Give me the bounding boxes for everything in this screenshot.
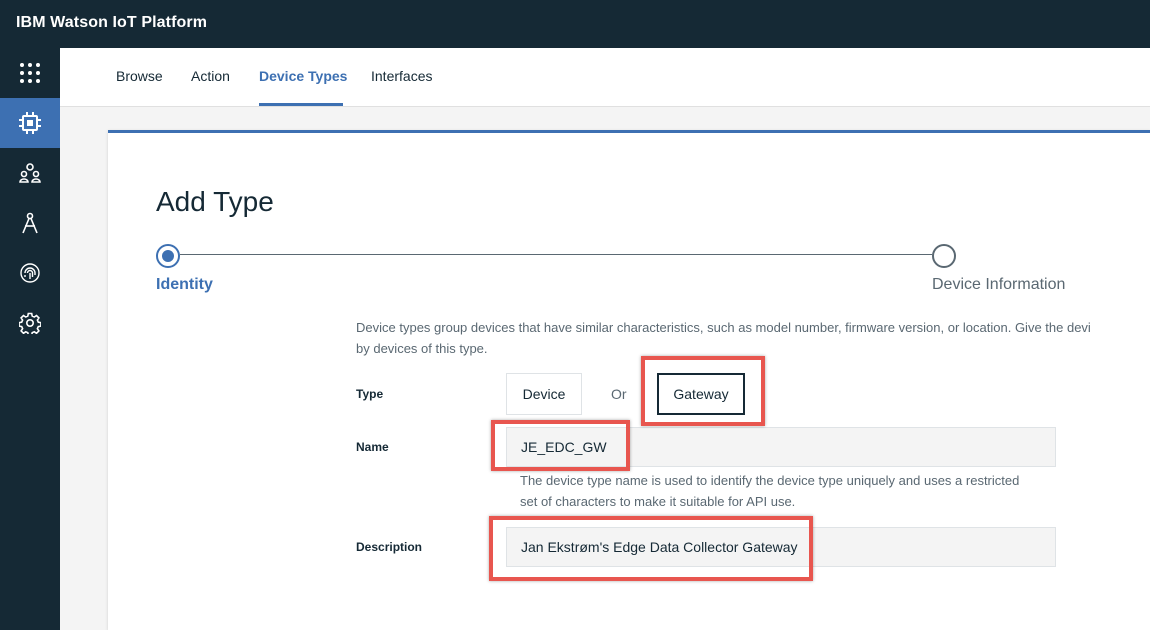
apps-nav-button[interactable] (0, 198, 60, 248)
app-title: IBM Watson IoT Platform (16, 14, 208, 31)
top-bar: IBM Watson IoT Platform (0, 0, 1150, 48)
tab-interfaces[interactable]: Interfaces (371, 68, 432, 84)
description-input[interactable] (506, 527, 1056, 567)
members-nav-button[interactable] (0, 148, 60, 198)
form-description-line-1: Device types group devices that have sim… (356, 320, 1091, 335)
side-navigation (0, 48, 60, 630)
or-separator: Or (611, 386, 627, 402)
form-description-line-2: by devices of this type. (356, 341, 488, 356)
page-title: Add Type (156, 186, 274, 217)
security-nav-button[interactable] (0, 248, 60, 298)
gateway-type-option[interactable]: Gateway (657, 373, 745, 415)
description-label: Description (356, 540, 423, 554)
app-grid-icon (20, 63, 40, 83)
tab-action[interactable]: Action (191, 68, 230, 84)
settings-nav-button[interactable] (0, 298, 60, 348)
members-icon (19, 163, 41, 183)
name-help-text: The device type name is used to identify… (520, 473, 1020, 509)
name-input[interactable] (506, 427, 1056, 467)
form-description: Device types group devices that have sim… (356, 317, 1150, 359)
type-label: Type (356, 387, 384, 401)
step-device-information-label: Device Information (932, 276, 1066, 293)
active-tab-indicator (259, 103, 343, 106)
device-type-option[interactable]: Device (506, 373, 582, 415)
apps-compass-icon (22, 212, 38, 234)
tab-browse[interactable]: Browse (116, 68, 163, 84)
app-grid-button[interactable] (0, 48, 60, 98)
progress-line (180, 254, 932, 255)
step-device-information-indicator (932, 244, 956, 268)
security-fingerprint-icon (20, 263, 40, 283)
tab-bar: Browse Action Device Types Interfaces (60, 48, 1150, 107)
devices-nav-button[interactable] (0, 98, 60, 148)
settings-gear-icon (19, 312, 41, 334)
name-label: Name (356, 440, 389, 454)
step-identity-label: Identity (156, 276, 213, 293)
tab-device-types[interactable]: Device Types (259, 68, 347, 84)
devices-chip-icon (19, 112, 41, 134)
step-identity-indicator (156, 244, 180, 268)
